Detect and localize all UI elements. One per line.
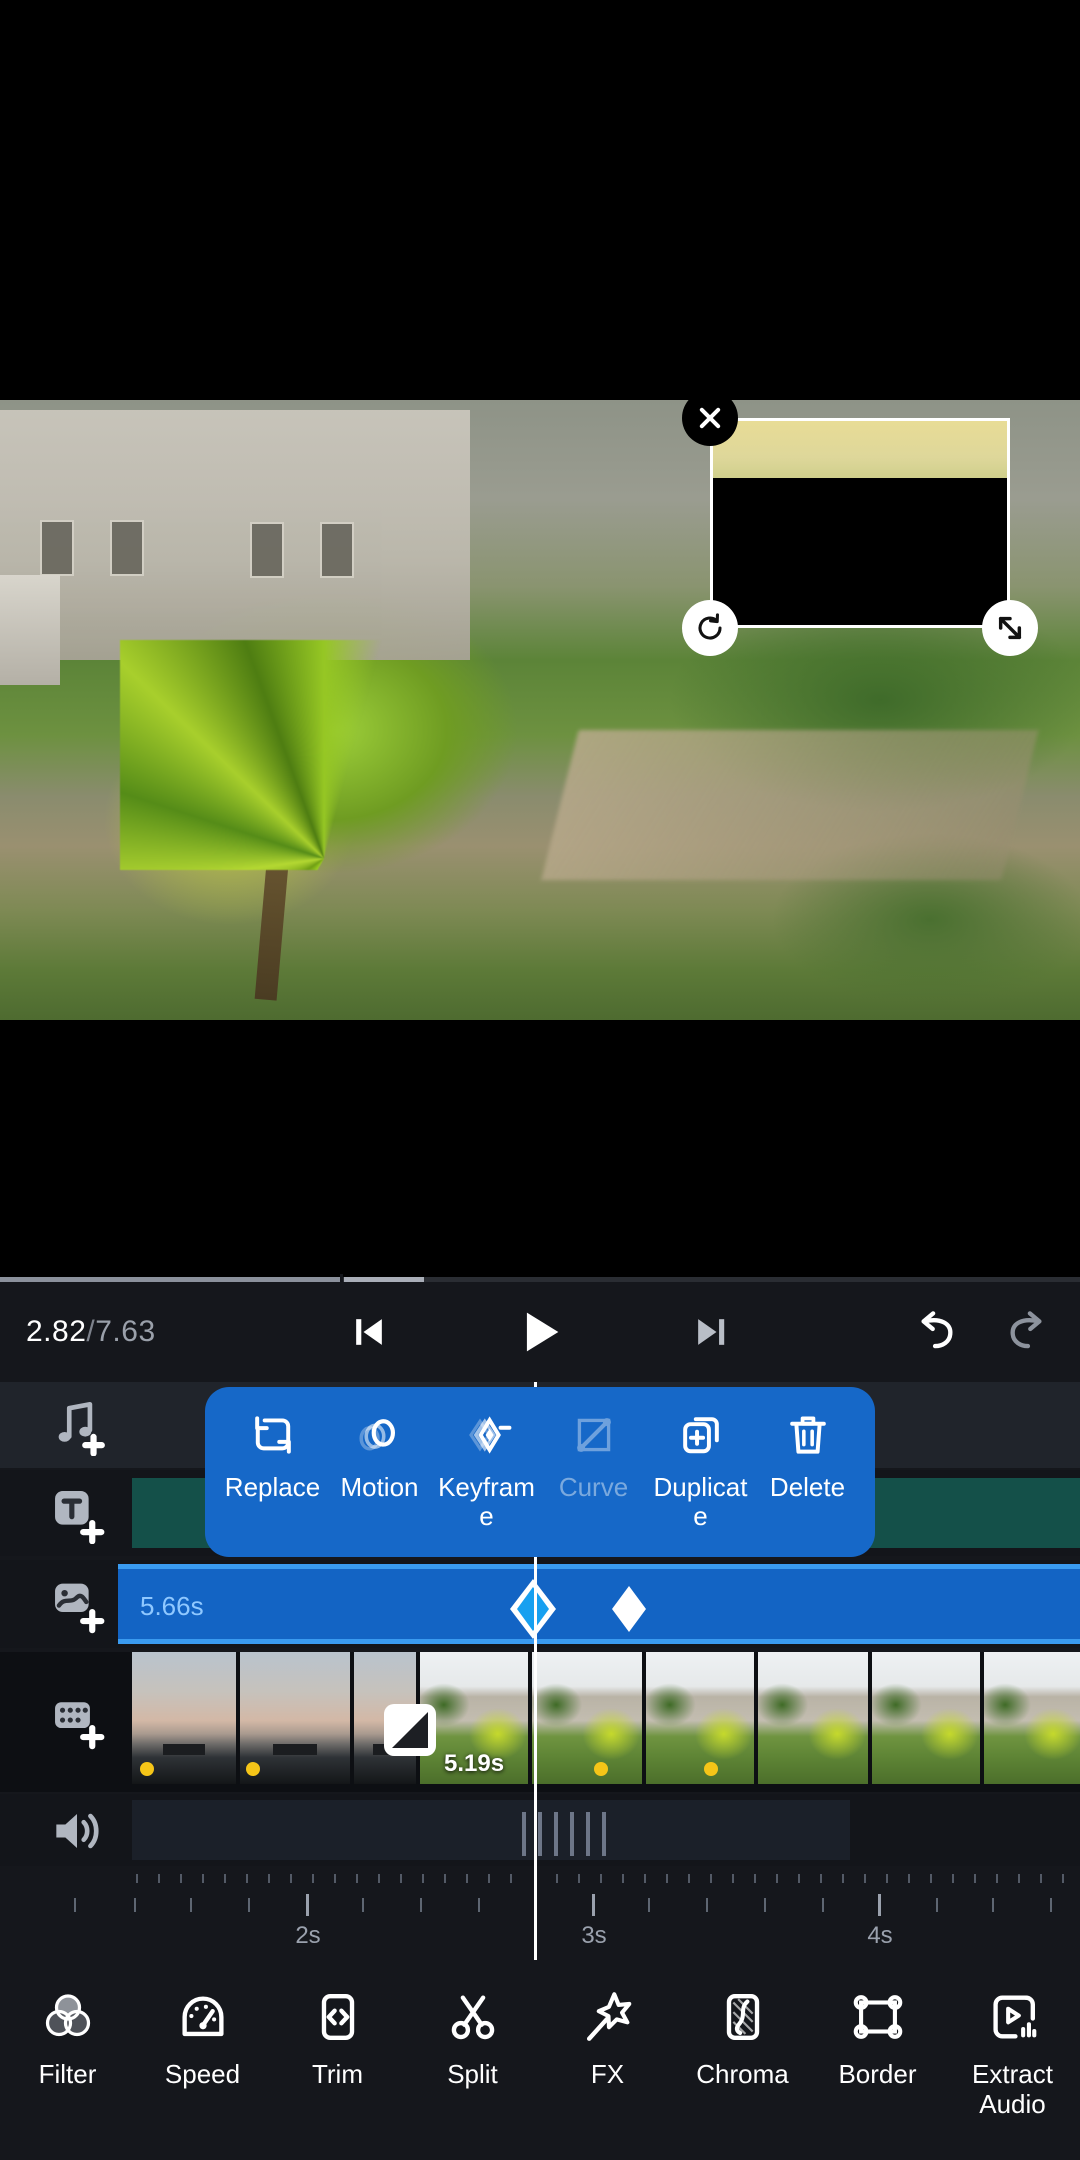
toolbar-item-label: FX — [590, 2059, 625, 2089]
video-thumbnail[interactable] — [984, 1652, 1080, 1784]
menu-item-label: Curve — [558, 1472, 629, 1502]
fx-icon — [579, 1982, 637, 2052]
duplicate-icon — [676, 1407, 726, 1463]
previous-frame-button[interactable] — [330, 1293, 408, 1371]
pip-pole — [739, 481, 743, 515]
filter-icon — [38, 1982, 98, 2052]
video-clip-duration: 5.19s — [444, 1750, 505, 1777]
current-time: 2.82 — [26, 1315, 87, 1348]
toolbar-item-label: Border — [838, 2059, 917, 2089]
video-thumbnail[interactable] — [532, 1652, 642, 1784]
menu-item-replace[interactable]: Replace — [219, 1407, 326, 1502]
total-time: 7.63 — [95, 1315, 156, 1348]
toolbar-item-filter[interactable]: Filter — [0, 1982, 135, 2090]
overlay-clip[interactable]: 5.66s — [118, 1564, 1080, 1644]
pip-silhouette-top — [809, 479, 937, 539]
toolbar-item-label: Split — [447, 2059, 498, 2089]
overlay-clip-duration: 5.66s — [140, 1591, 204, 1621]
bottom-toolbar: Filter Speed Trim Split FX Chroma Border… — [0, 1960, 1080, 2160]
replace-icon — [248, 1407, 298, 1463]
menu-item-label: Motion — [340, 1472, 419, 1502]
menu-item-curve[interactable]: Curve — [540, 1407, 647, 1502]
ruler-label: 4s — [867, 1922, 893, 1949]
time-separator: / — [86, 1315, 96, 1348]
preview-palm — [120, 640, 460, 870]
menu-item-label: Duplicate — [653, 1472, 748, 1532]
toolbar-item-fx[interactable]: FX — [540, 1982, 675, 2090]
toolbar-item-label: Trim — [311, 2059, 363, 2089]
border-icon — [849, 1982, 907, 2052]
delete-icon — [783, 1407, 833, 1463]
video-thumbnail[interactable] — [758, 1652, 868, 1784]
speaker-icon[interactable] — [46, 1800, 108, 1862]
menu-item-label: Keyframe — [438, 1472, 535, 1532]
time-ruler[interactable]: 2s 3s 4s — [0, 1866, 1080, 1960]
undo-button[interactable] — [895, 1293, 973, 1371]
trim-icon — [309, 1982, 367, 2052]
video-thumbnail[interactable] — [872, 1652, 980, 1784]
keyframe-selected[interactable] — [510, 1579, 556, 1639]
video-thumbnail[interactable] — [240, 1652, 350, 1784]
preview-building — [0, 410, 470, 660]
menu-item-label: Delete — [769, 1472, 846, 1502]
preview-post — [0, 575, 60, 685]
menu-item-motion[interactable]: Motion — [326, 1407, 433, 1502]
rotate-icon[interactable] — [682, 600, 738, 656]
menu-item-delete[interactable]: Delete — [754, 1407, 861, 1502]
music-add-icon[interactable] — [46, 1394, 108, 1457]
timeline-track-waveform[interactable] — [0, 1794, 1080, 1866]
preview-path — [541, 730, 1039, 880]
text-add-icon[interactable] — [46, 1482, 108, 1545]
film-add-icon[interactable] — [46, 1688, 108, 1750]
redo-button[interactable] — [990, 1293, 1068, 1371]
chroma-icon — [714, 1982, 772, 2052]
menu-item-duplicate[interactable]: Duplicate — [647, 1407, 754, 1531]
next-frame-button[interactable] — [672, 1293, 750, 1371]
play-icon — [526, 1312, 559, 1352]
toolbar-item-trim[interactable]: Trim — [270, 1982, 405, 2090]
undo-icon — [921, 1311, 953, 1349]
clip-context-menu: Replace Motion Keyframe Curve Duplicate … — [205, 1387, 875, 1557]
redo-icon — [1010, 1311, 1042, 1349]
menu-item-label: Replace — [224, 1472, 321, 1502]
extract-audio-icon — [984, 1982, 1042, 2052]
video-editor-screen: ✖ HELLO ✖ — [0, 0, 1080, 2160]
ruler-label: 2s — [295, 1922, 321, 1949]
pip-overlay-frame[interactable] — [710, 418, 1010, 628]
ruler-label: 3s — [581, 1922, 607, 1949]
skip-next-icon — [698, 1319, 725, 1345]
transition-icon[interactable] — [384, 1704, 436, 1756]
image-add-icon[interactable] — [46, 1572, 108, 1634]
skip-previous-icon — [356, 1319, 382, 1345]
play-button[interactable] — [500, 1293, 578, 1371]
resize-icon[interactable] — [982, 600, 1038, 656]
keyframe-icon — [461, 1407, 513, 1463]
split-icon — [444, 1982, 502, 2052]
audio-waveform[interactable] — [132, 1800, 850, 1860]
video-thumbnail[interactable] — [132, 1652, 236, 1784]
toolbar-item-speed[interactable]: Speed — [135, 1982, 270, 2090]
toolbar-item-chroma[interactable]: Chroma — [675, 1982, 810, 2090]
toolbar-item-label: Chroma — [696, 2059, 789, 2089]
motion-icon — [355, 1407, 405, 1463]
keyframe-marker[interactable] — [612, 1586, 646, 1632]
time-display: 2.82/7.63 — [26, 1315, 156, 1349]
toolbar-item-label: Speed — [164, 2059, 241, 2089]
close-icon[interactable] — [682, 390, 738, 446]
toolbar-item-label: Filter — [38, 2059, 97, 2089]
toolbar-item-label: Extract Audio — [972, 2059, 1053, 2119]
speed-icon — [174, 1982, 232, 2052]
timeline-track-overlay[interactable]: 5.66s — [0, 1560, 1080, 1648]
toolbar-item-extract-audio[interactable]: Extract Audio — [945, 1982, 1080, 2120]
timeline-track-video[interactable]: 5.19s — [0, 1652, 1080, 1792]
toolbar-item-split[interactable]: Split — [405, 1982, 540, 2090]
video-thumbnail[interactable] — [646, 1652, 754, 1784]
playback-bar: 2.82/7.63 — [0, 1282, 1080, 1382]
curve-icon — [569, 1407, 619, 1463]
menu-item-keyframe[interactable]: Keyframe — [433, 1407, 540, 1531]
toolbar-item-border[interactable]: Border — [810, 1982, 945, 2090]
